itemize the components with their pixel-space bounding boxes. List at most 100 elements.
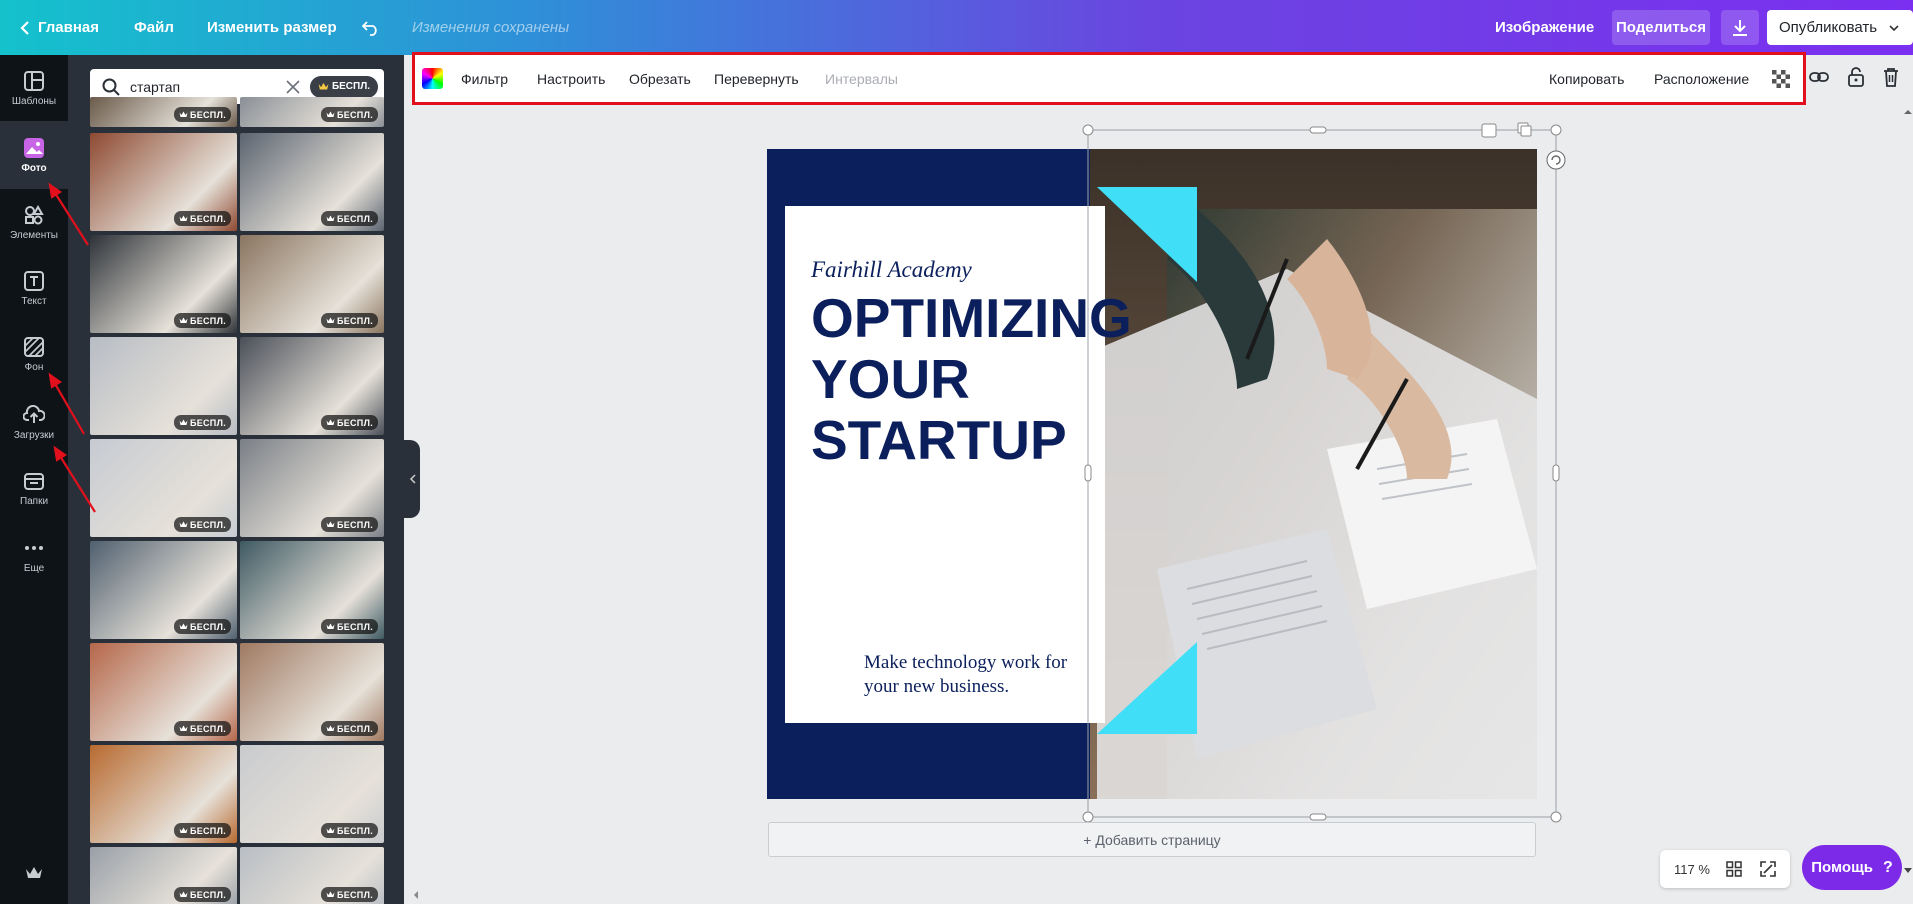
photo-result-thumbnail[interactable]: БЕСПЛ.: [90, 133, 237, 231]
sidebar-item-label: Текст: [21, 295, 47, 307]
crown-icon: [179, 521, 188, 527]
position-button[interactable]: Расположение: [1654, 55, 1749, 102]
free-badge: БЕСПЛ.: [320, 517, 378, 532]
copy-button[interactable]: Копировать: [1549, 55, 1624, 102]
crop-label: Обрезать: [629, 70, 691, 87]
free-badge-label: БЕСПЛ.: [336, 889, 373, 900]
color-swatch-button[interactable]: [422, 55, 443, 102]
tagline-line-2[interactable]: your new business.: [864, 676, 1009, 697]
sidebar-item-label: Фон: [24, 361, 44, 373]
save-status: Изменения сохранены: [412, 19, 570, 36]
workspace-scrollbar[interactable]: [1902, 108, 1913, 898]
adjust-button[interactable]: Настроить: [537, 55, 605, 102]
headline-line-2[interactable]: YOUR: [811, 348, 970, 410]
zoom-controls: 117 %: [1660, 850, 1790, 888]
duplicate-icon: [1517, 122, 1532, 137]
academy-name[interactable]: Fairhill Academy: [810, 257, 973, 282]
free-badge-label: БЕСПЛ.: [336, 825, 373, 836]
free-badge: БЕСПЛ.: [320, 887, 378, 902]
add-page-button[interactable]: + Добавить страницу: [768, 822, 1536, 857]
crown-icon: [326, 419, 335, 425]
photo-result-thumbnail[interactable]: БЕСПЛ.: [240, 643, 384, 741]
collapse-panel-button[interactable]: [404, 440, 420, 518]
sidebar-item-label: Шаблоны: [11, 95, 57, 107]
selection-frame[interactable]: [1080, 120, 1566, 832]
download-button[interactable]: [1721, 10, 1759, 45]
headline-line-3[interactable]: STARTUP: [811, 409, 1067, 471]
undo-button[interactable]: [362, 0, 380, 55]
publish-button[interactable]: Опубликовать: [1767, 10, 1913, 45]
transparency-button[interactable]: [1772, 55, 1790, 102]
sidebar-item-photos[interactable]: Фото: [0, 121, 68, 189]
photo-result-thumbnail[interactable]: БЕСПЛ.: [240, 541, 384, 639]
zoom-level[interactable]: 117 %: [1674, 862, 1710, 877]
sidebar-item-background[interactable]: Фон: [0, 321, 68, 387]
image-type-button[interactable]: Изображение: [1495, 0, 1594, 55]
help-button[interactable]: Помощь ?: [1802, 845, 1902, 890]
crown-icon: [179, 623, 188, 629]
fullscreen-icon[interactable]: [1760, 861, 1776, 877]
resize-handle-left: [1084, 464, 1092, 482]
lock-button[interactable]: [1845, 66, 1867, 88]
horizontal-scrollbar[interactable]: [412, 890, 1902, 900]
sidebar-item-text[interactable]: Текст: [0, 255, 68, 321]
free-badge-label: БЕСПЛ.: [189, 519, 226, 530]
premium-crown-button[interactable]: [0, 855, 68, 895]
clear-search-icon[interactable]: [286, 79, 300, 94]
sidebar-item-templates[interactable]: Шаблоны: [0, 55, 68, 121]
search-input[interactable]: стартап: [130, 79, 286, 95]
photo-result-thumbnail[interactable]: БЕСПЛ.: [90, 439, 237, 537]
flip-button[interactable]: Перевернуть: [714, 55, 799, 102]
crown-icon: [179, 111, 188, 117]
folder-icon: [23, 470, 45, 492]
free-badge-label: БЕСПЛ.: [189, 723, 226, 734]
photos-panel: стартап БЕСПЛ. БЕСПЛ. БЕСПЛ. БЕСПЛ. БЕСПЛ. Б…: [68, 55, 404, 904]
crown-icon: [326, 827, 335, 833]
filter-button[interactable]: Фильтр: [461, 55, 508, 102]
crown-icon: [179, 215, 188, 221]
photo-result-thumbnail[interactable]: БЕСПЛ.: [90, 847, 237, 904]
tagline-line-1[interactable]: Make technology work for: [864, 652, 1068, 673]
resize-handle-bottom: [1309, 813, 1327, 821]
grid-view-icon[interactable]: [1726, 861, 1742, 877]
photo-result-thumbnail[interactable]: БЕСПЛ.: [90, 235, 237, 333]
photo-result-thumbnail[interactable]: БЕСПЛ.: [90, 337, 237, 435]
crown-icon: [179, 725, 188, 731]
photo-result-thumbnail[interactable]: БЕСПЛ.: [240, 235, 384, 333]
sidebar-item-uploads[interactable]: Загрузки: [0, 389, 68, 455]
free-filter-badge[interactable]: БЕСПЛ.: [309, 75, 378, 98]
link-button[interactable]: [1808, 66, 1830, 88]
crown-icon: [326, 521, 335, 527]
resize-handle-bl: [1082, 811, 1094, 823]
resize-label: Изменить размер: [207, 19, 337, 36]
photo-result-thumbnail[interactable]: БЕСПЛ.: [90, 97, 237, 127]
sidebar-item-elements[interactable]: Элементы: [0, 189, 68, 255]
spacing-label: Интервалы: [825, 70, 898, 87]
photo-result-thumbnail[interactable]: БЕСПЛ.: [240, 745, 384, 843]
file-menu[interactable]: Файл: [134, 0, 174, 55]
photo-result-thumbnail[interactable]: БЕСПЛ.: [90, 541, 237, 639]
sidebar-item-more[interactable]: Еще: [0, 522, 68, 588]
comment-icon: [1481, 123, 1497, 138]
sidebar-item-label: Элементы: [10, 229, 58, 241]
photo-result-thumbnail[interactable]: БЕСПЛ.: [240, 439, 384, 537]
undo-icon: [362, 20, 377, 36]
left-sidebar: Шаблоны Фото Элементы Текст Фон Загрузки…: [0, 55, 68, 904]
photo-result-thumbnail[interactable]: БЕСПЛ.: [90, 643, 237, 741]
filter-label: Фильтр: [461, 70, 509, 87]
photo-result-thumbnail[interactable]: БЕСПЛ.: [90, 745, 237, 843]
photo-result-thumbnail[interactable]: БЕСПЛ.: [240, 133, 384, 231]
resize-button[interactable]: Изменить размер: [207, 0, 337, 55]
position-label: Расположение: [1654, 70, 1750, 87]
spacing-button: Интервалы: [825, 55, 898, 102]
home-button[interactable]: Главная: [20, 0, 99, 55]
share-button[interactable]: Поделиться: [1612, 10, 1710, 45]
delete-button[interactable]: [1880, 66, 1902, 88]
crop-button[interactable]: Обрезать: [629, 55, 691, 102]
photo-result-thumbnail[interactable]: БЕСПЛ.: [240, 847, 384, 904]
free-badge-label: БЕСПЛ.: [189, 621, 226, 632]
free-badge: БЕСПЛ.: [173, 313, 231, 328]
sidebar-item-folders[interactable]: Папки: [0, 455, 68, 521]
photo-result-thumbnail[interactable]: БЕСПЛ.: [240, 97, 384, 127]
photo-result-thumbnail[interactable]: БЕСПЛ.: [240, 337, 384, 435]
